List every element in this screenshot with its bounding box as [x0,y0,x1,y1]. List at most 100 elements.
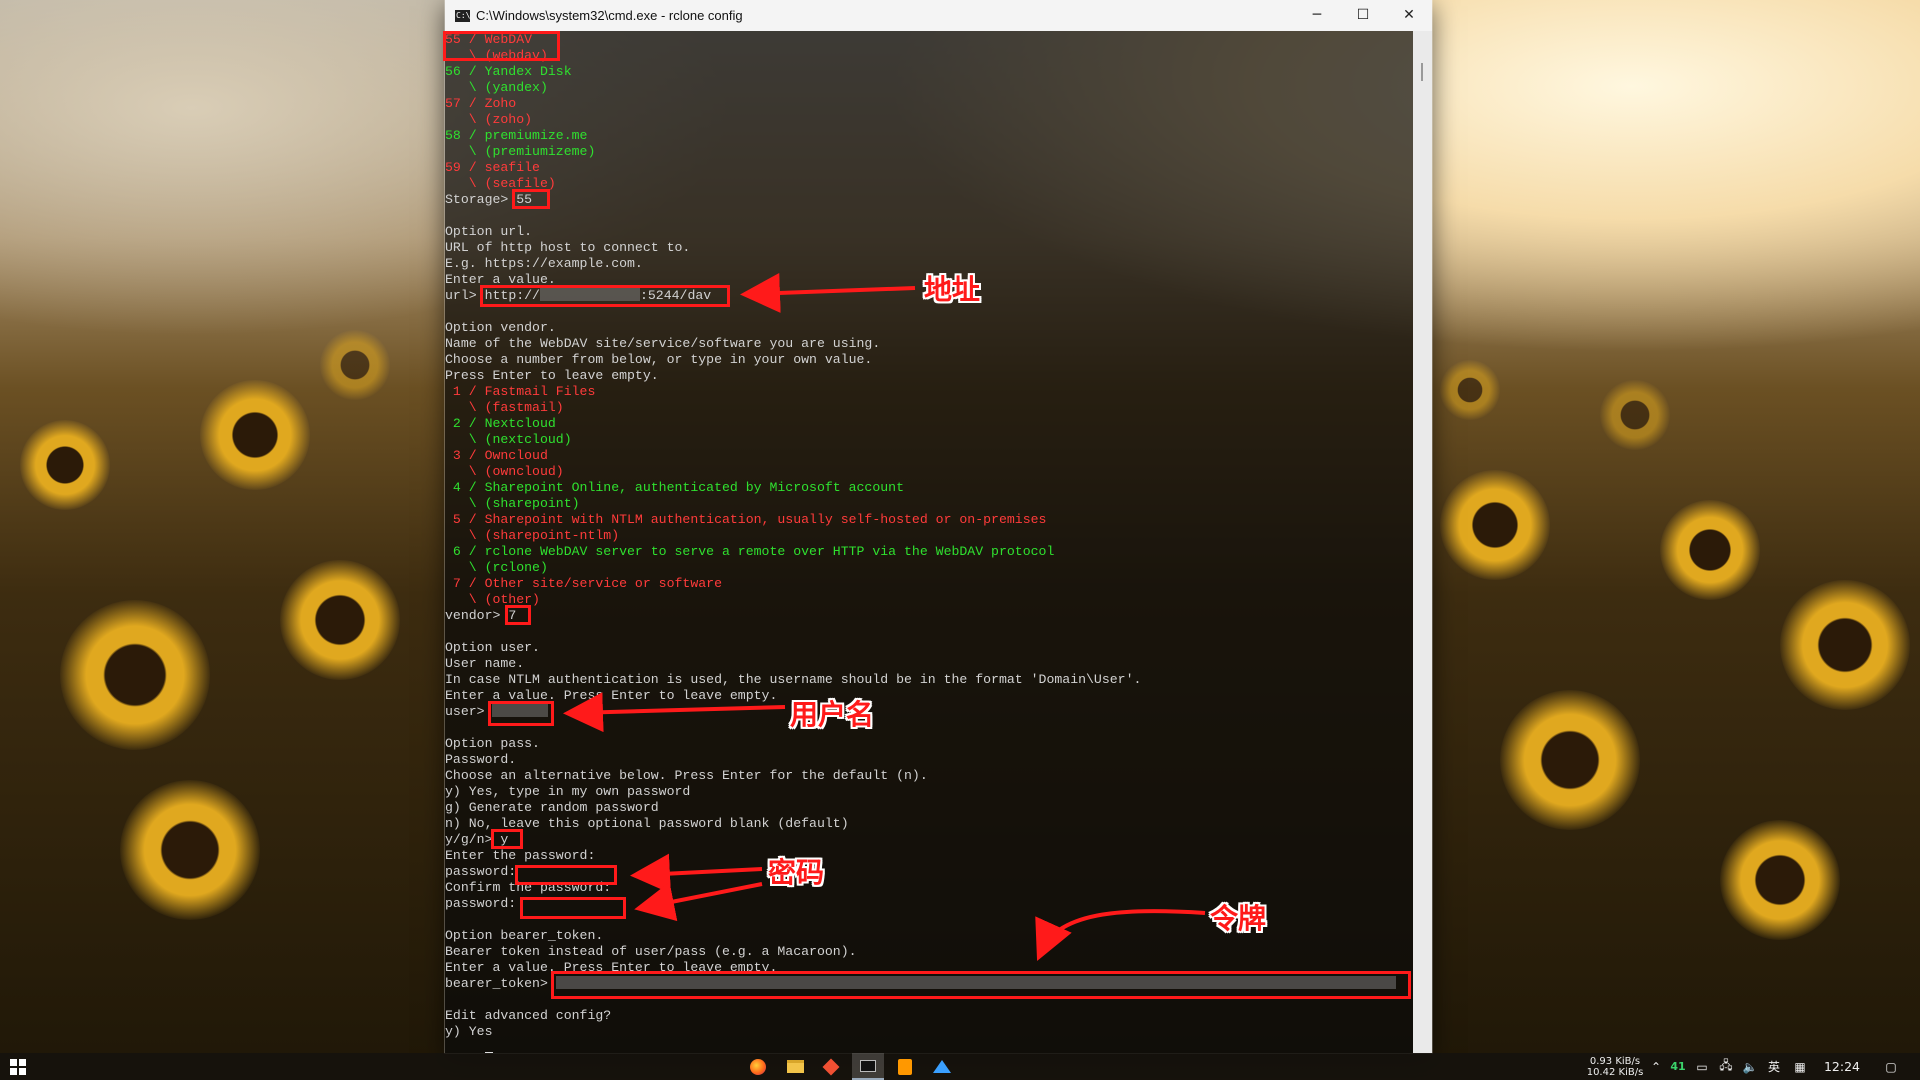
vertical-scrollbar[interactable] [1413,31,1432,1053]
file-explorer-icon [786,1060,804,1073]
network-speed: 0.93 KiB/s 10.42 KiB/s [1586,1053,1644,1080]
sunflower [120,780,260,920]
terminal-line: 55 / WebDAV [445,32,533,47]
windows-logo-icon [10,1058,26,1075]
terminal-line: 57 / Zoho [445,96,517,111]
app-icon [933,1060,951,1073]
terminal-line: \ (webdav) [445,48,548,63]
password-prompt: password: [445,864,517,879]
terminal-line: Option url. [445,224,533,239]
sunflower [1720,820,1840,940]
url-prompt: url> [445,288,485,303]
terminal-line: Enter a value. Press Enter to leave empt… [445,688,778,703]
vendor-option: 7 / Other site/service or software [445,576,722,591]
highlight-vendor-value [505,605,531,625]
vendor-option: 6 / rclone WebDAV server to serve a remo… [445,544,1055,559]
title-bar[interactable]: C:\ C:\Windows\system32\cmd.exe - rclone… [445,0,1432,31]
vendor-option: 2 / Nextcloud [445,416,556,431]
sunflower [1440,470,1550,580]
vendor-option: \ (owncloud) [445,464,564,479]
highlight-password-confirm [520,897,626,919]
terminal-line: Enter the password: [445,848,596,863]
yn-line: y/g/n> y [445,832,1413,848]
sunflower [20,420,110,510]
network-icon[interactable]: 🖧 [1716,1053,1736,1080]
vendor-option: \ (other) [445,592,540,607]
vendor-option: 4 / Sharepoint Online, authenticated by … [445,480,904,495]
vendor-line: vendor> 7 [445,608,1413,624]
annotation-user-label: 用户名 [790,698,875,731]
terminal-line: 56 / Yandex Disk [445,64,572,79]
close-button[interactable]: ✕ [1386,0,1432,31]
tray-badge[interactable]: 41 [1668,1053,1688,1080]
highlight-yn-value [491,829,523,849]
user-line: user> [445,704,1413,720]
vendor-option: \ (sharepoint) [445,496,580,511]
highlight-storage-value [512,189,550,209]
taskbar-app-other[interactable] [926,1053,958,1080]
ime-indicator[interactable]: 英 [1764,1053,1784,1080]
vendor-option: \ (sharepoint-ntlm) [445,528,620,543]
cmd-window[interactable]: C:\ C:\Windows\system32\cmd.exe - rclone… [445,0,1432,1053]
storage-line: Storage> 55 [445,192,1413,208]
terminal-line: 58 / premiumize.me [445,128,588,143]
sunflower [1500,690,1640,830]
vendor-option: 1 / Fastmail Files [445,384,596,399]
terminal-line: Choose a number from below, or type in y… [445,352,873,367]
terminal-line: User name. [445,656,525,671]
terminal-line: Option bearer_token. [445,928,604,943]
sublime-text-icon [898,1058,912,1075]
annotation-token-label: 令牌 [1210,902,1267,935]
sunflower [200,380,310,490]
highlight-webdav [443,31,560,61]
git-icon [822,1058,840,1075]
start-button[interactable] [0,1053,36,1080]
user-prompt: user> [445,704,493,719]
token-prompt: bearer_token> [445,976,556,991]
sunflower [280,560,400,680]
taskbar-app-sublime[interactable] [889,1053,921,1080]
taskbar-app-firefox[interactable] [742,1053,774,1080]
taskbar-app-explorer[interactable] [779,1053,811,1080]
vendor-option: \ (rclone) [445,560,548,575]
terminal-line: y) Yes, type in my own password [445,784,691,799]
minimize-button[interactable]: ─ [1294,0,1340,31]
terminal-line: URL of http host to connect to. [445,240,691,255]
notification-icon[interactable]: ▢ [1876,1053,1906,1080]
terminal-line: Option user. [445,640,540,655]
highlight-user [488,701,554,726]
clock[interactable]: 12:24 [1812,1053,1872,1080]
terminal-line: \ (seafile) [445,176,556,191]
terminal-line: Choose an alternative below. Press Enter… [445,768,928,783]
vendor-option: \ (fastmail) [445,400,564,415]
net-down: 10.42 KiB/s [1586,1066,1644,1078]
vendor-prompt: vendor> [445,608,509,623]
tray-chevron-up-icon[interactable]: ⌃ [1648,1053,1664,1080]
highlight-url [480,285,730,307]
terminal-line: In case NTLM authentication is used, the… [445,672,1142,687]
terminal-line: n) No, leave this optional password blan… [445,816,849,831]
taskbar-app-cmd[interactable] [852,1053,884,1080]
ime-mode-icon[interactable]: ▦ [1790,1053,1810,1080]
cmd-icon [860,1059,876,1072]
battery-icon[interactable]: ▭ [1692,1053,1712,1080]
vendor-option: 5 / Sharepoint with NTLM authentication,… [445,512,1047,527]
taskbar-app-git[interactable] [815,1053,847,1080]
cmd-icon: C:\ [455,9,471,22]
sunflower [1440,360,1500,420]
volume-icon[interactable]: 🔈 [1740,1053,1760,1080]
sunflower [1600,380,1670,450]
annotation-password-label: 密码 [768,856,825,889]
maximize-button[interactable]: ☐ [1340,0,1386,31]
terminal-line: Bearer token instead of user/pass (e.g. … [445,944,857,959]
sunflower [60,600,210,750]
terminal-line: \ (premiumizeme) [445,144,596,159]
terminal-line: Option vendor. [445,320,556,335]
sunflower [1660,500,1760,600]
sunflower [320,330,390,400]
terminal-line: \ (zoho) [445,112,533,127]
terminal-line: \ (yandex) [445,80,548,95]
vendor-option: 3 / Owncloud [445,448,548,463]
scrollbar-thumb[interactable] [1421,63,1423,81]
terminal-line: y) Yes [445,1024,493,1039]
